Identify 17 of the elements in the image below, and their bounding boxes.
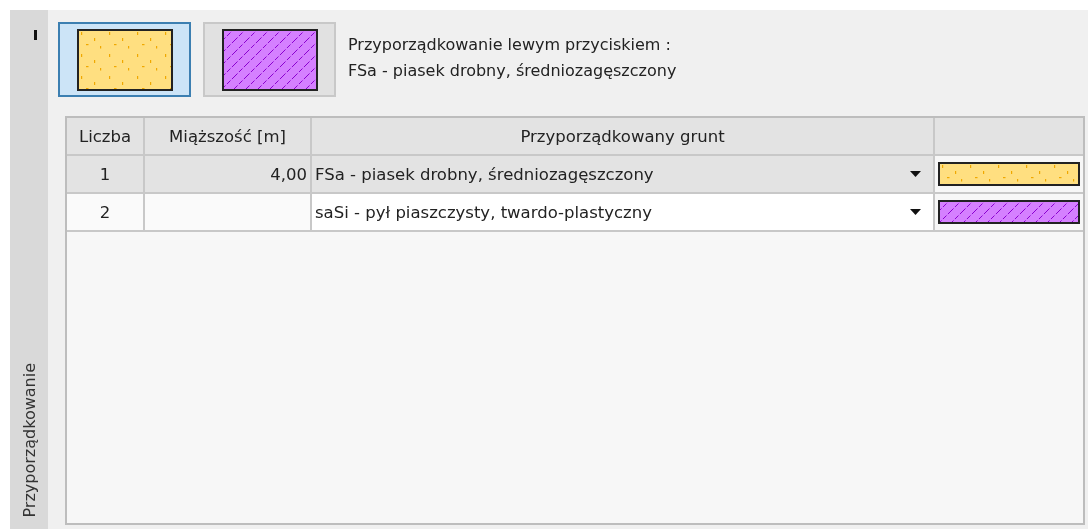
soil-swatch-button[interactable] bbox=[58, 22, 191, 97]
soil-swatch-button[interactable] bbox=[203, 22, 336, 97]
table-row[interactable]: 1 4,00 FSa - piasek drobny, średniozagęszczony bbox=[67, 156, 1083, 194]
column-header: Liczba bbox=[67, 118, 145, 154]
table-cell: 4,00 bbox=[270, 164, 307, 184]
side-tab[interactable]: Przyporządkowanie bbox=[10, 10, 48, 529]
table-cell: 1 bbox=[99, 164, 111, 184]
collapse-icon[interactable] bbox=[33, 30, 37, 40]
table-cell: 2 bbox=[99, 202, 111, 222]
table-row[interactable]: 2 saSi - pył piaszczysty, twardo-plastyczny bbox=[67, 194, 1083, 232]
assignment-label: Przyporządkowanie lewym przyciskiem : bbox=[348, 33, 672, 56]
soil-dropdown[interactable]: saSi - pył piaszczysty, twardo-plastyczny bbox=[312, 194, 935, 230]
column-header: Przyporządkowany grunt bbox=[312, 118, 935, 154]
assignment-value: FSa - piasek drobny, średniozagęszczony bbox=[348, 59, 677, 82]
caret-icon bbox=[910, 171, 921, 177]
caret-icon bbox=[910, 209, 921, 215]
column-header: Miąższość [m] bbox=[145, 118, 312, 154]
